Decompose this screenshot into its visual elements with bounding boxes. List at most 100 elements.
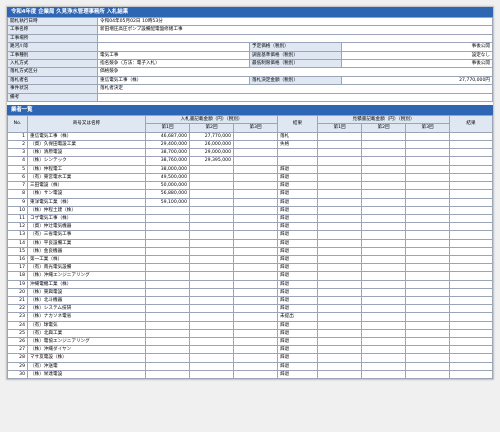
col-est-round-2: 第2回 bbox=[361, 123, 407, 133]
estimate-round-2 bbox=[361, 328, 407, 338]
table-row: 23 （株）ナカソネ電省 未提出 bbox=[7, 312, 493, 322]
estimate-round-3 bbox=[405, 197, 451, 207]
bidder-name: （株）システム技研 bbox=[27, 304, 146, 314]
row-number: 20 bbox=[7, 287, 28, 297]
estimate-round-1 bbox=[317, 320, 363, 330]
row-number: 29 bbox=[7, 361, 28, 371]
estimate-round-3 bbox=[405, 361, 451, 371]
bid-round-2 bbox=[189, 353, 234, 363]
bid-round-1 bbox=[145, 230, 190, 240]
estimate-round-1 bbox=[317, 328, 363, 338]
info-row: 落札者名 重信電気工事（株） 落札決定金額（税別） 27,770,000円 bbox=[7, 75, 493, 86]
estimate-round-3 bbox=[405, 279, 451, 289]
bid-round-2 bbox=[189, 213, 234, 224]
bid-round-1: 50,000,000 bbox=[145, 181, 190, 191]
bid-round-3 bbox=[232, 263, 279, 273]
bid-round-2 bbox=[189, 205, 234, 215]
bid-round-3 bbox=[232, 304, 279, 314]
bidder-name: （株）仲程土建（株） bbox=[27, 205, 146, 215]
result: 辞退 bbox=[277, 197, 319, 207]
bid-round-3 bbox=[232, 197, 279, 207]
estimate-round-3 bbox=[405, 189, 451, 199]
bid-round-1 bbox=[145, 287, 190, 297]
info-row: 工事種別 電気工事 調査基準価格（税別） 設定なし bbox=[7, 50, 493, 61]
estimate-round-2 bbox=[361, 336, 407, 347]
row-number: 30 bbox=[7, 369, 28, 379]
estimate-round-1 bbox=[317, 271, 363, 281]
bidder-name: （有）三省電気工事 bbox=[27, 230, 146, 240]
result-2 bbox=[449, 320, 493, 330]
row-number: 23 bbox=[7, 312, 28, 322]
row-number: 28 bbox=[7, 353, 28, 363]
bidder-name: （株）栄達電設 bbox=[27, 369, 146, 379]
bid-round-2: 27,770,000 bbox=[189, 131, 234, 142]
estimate-round-1 bbox=[317, 238, 363, 248]
info-value bbox=[97, 33, 493, 44]
row-number: 17 bbox=[7, 263, 28, 273]
table-row: 11 コザ電気工事（株） 辞退 bbox=[7, 213, 493, 224]
bid-round-3 bbox=[232, 353, 279, 363]
row-number: 10 bbox=[7, 205, 28, 215]
info-value: 新田増圧高圧ポンプ設備配電盤修繕工事 bbox=[97, 25, 493, 35]
estimate-round-1 bbox=[317, 279, 363, 289]
result-2 bbox=[449, 148, 493, 158]
results-page: 令和4年度 企業局 久見浄水管理事務所 入札結果 開札執行日時 令和04年05月… bbox=[6, 6, 494, 380]
estimate-round-1 bbox=[317, 230, 363, 240]
bid-round-3 bbox=[232, 271, 279, 281]
info-value bbox=[97, 92, 493, 103]
estimate-round-1 bbox=[317, 181, 363, 191]
result: 辞退 bbox=[277, 271, 319, 281]
bidder-name: （有）北興工業 bbox=[27, 328, 146, 338]
row-number: 18 bbox=[7, 271, 28, 281]
bid-round-2 bbox=[189, 254, 234, 265]
estimate-round-1 bbox=[317, 213, 363, 224]
estimate-round-2 bbox=[361, 238, 407, 248]
result-2 bbox=[449, 369, 493, 379]
bid-round-2 bbox=[189, 181, 234, 191]
result: 辞退 bbox=[277, 205, 319, 215]
estimate-round-1 bbox=[317, 189, 363, 199]
bid-round-2 bbox=[189, 336, 234, 347]
row-number: 25 bbox=[7, 328, 28, 338]
estimate-round-2 bbox=[361, 279, 407, 289]
bid-round-2 bbox=[189, 172, 234, 183]
col-bid-round-2: 第2回 bbox=[189, 123, 234, 133]
bidder-name: 東洋電気工業（株） bbox=[27, 197, 146, 207]
estimate-round-1 bbox=[317, 197, 363, 207]
info-label: 落札者名 bbox=[7, 75, 98, 86]
result-2 bbox=[449, 238, 493, 248]
info-label: 工事種別 bbox=[7, 50, 98, 61]
info-value: 事後公開 bbox=[341, 42, 493, 52]
estimate-round-3 bbox=[405, 312, 451, 322]
estimate-round-1 bbox=[317, 140, 363, 150]
bid-round-1 bbox=[145, 312, 190, 322]
estimate-round-3 bbox=[405, 345, 451, 355]
estimate-round-3 bbox=[405, 263, 451, 273]
bid-round-1 bbox=[145, 271, 190, 281]
bidder-name: （株）仲程電工 bbox=[27, 164, 146, 174]
bid-round-2 bbox=[189, 279, 234, 289]
info-row: 路河川等 予定価格（税別） 事後公開 bbox=[7, 42, 493, 52]
col-estimate-amount: 見積書記載金額（円）（税別） bbox=[317, 115, 451, 125]
row-number: 16 bbox=[7, 254, 28, 265]
estimate-round-1 bbox=[317, 205, 363, 215]
result: 辞退 bbox=[277, 254, 319, 265]
estimate-round-3 bbox=[405, 353, 451, 363]
table-row: 12 （資）仲辻電気機器 辞退 bbox=[7, 222, 493, 232]
result-2 bbox=[449, 246, 493, 256]
estimate-round-2 bbox=[361, 254, 407, 265]
bid-round-2 bbox=[189, 238, 234, 248]
bid-round-1 bbox=[145, 320, 190, 330]
bid-round-2 bbox=[189, 361, 234, 371]
bid-round-2 bbox=[189, 287, 234, 297]
bid-round-2 bbox=[189, 345, 234, 355]
bid-round-3 bbox=[232, 361, 279, 371]
result-2 bbox=[449, 361, 493, 371]
info-label: 落札決定金額（税別） bbox=[249, 75, 342, 86]
info-label: 開札執行日時 bbox=[7, 16, 98, 27]
bidder-name: （資）仲辻電気機器 bbox=[27, 222, 146, 232]
info-value: 指名競争（方法：電子入札） bbox=[97, 59, 250, 69]
result-2 bbox=[449, 312, 493, 322]
result-2 bbox=[449, 213, 493, 224]
table-row: 27 （株）沖縄ダイヤン 辞退 bbox=[7, 345, 493, 355]
